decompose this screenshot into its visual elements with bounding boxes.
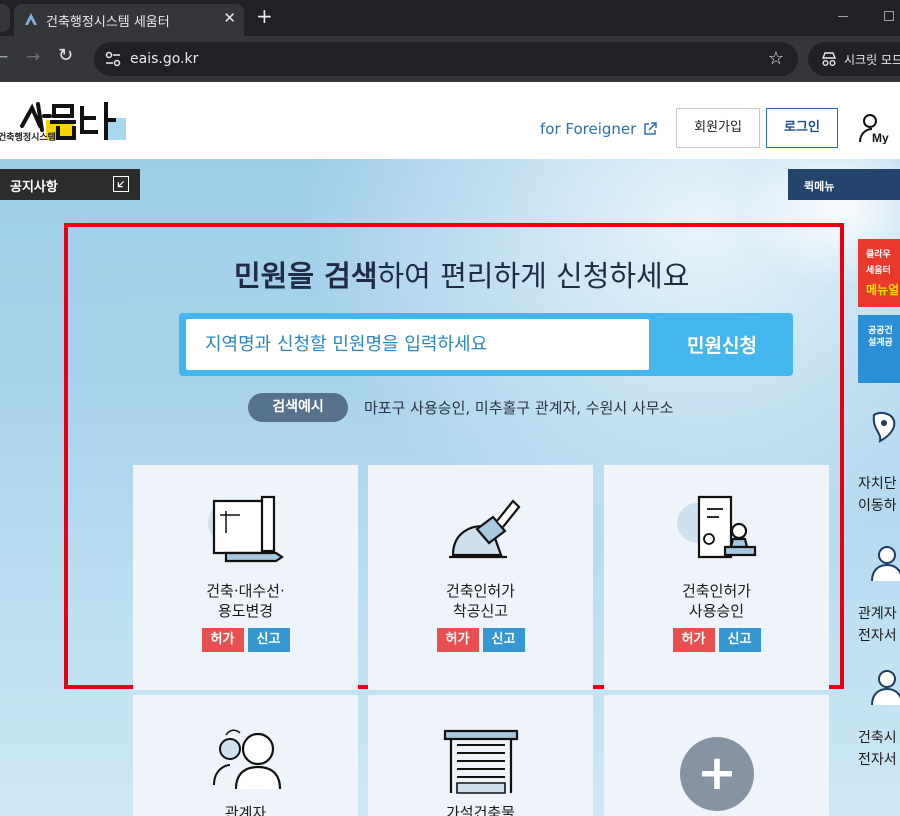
side-item-stakeholder-service[interactable]: 관계자 전자서: [854, 537, 900, 657]
side-item-label: 자치단: [858, 476, 897, 492]
quick-menu-label: 퀵메뉴: [804, 180, 835, 193]
forward-arrow-icon[interactable]: →: [26, 47, 40, 67]
notice-label: 공지사항: [10, 180, 58, 195]
hero-headline: 민원을 검색하여 편리하게 신청하세요: [234, 253, 689, 295]
banner-line: 메뉴얼: [866, 283, 900, 297]
card-building-permit[interactable]: 건축·대수선· 용도변경 허가 신고: [133, 465, 358, 690]
bookmark-star-icon[interactable]: ☆: [768, 48, 784, 69]
notice-bar[interactable]: 공지사항: [0, 169, 140, 200]
eais-favicon-icon: [25, 13, 37, 25]
card-usage-approval[interactable]: 건축인허가 사용승인 허가 신고: [604, 465, 829, 690]
permit-tag[interactable]: 허가: [672, 628, 715, 652]
login-button[interactable]: 로그인: [766, 108, 838, 148]
blueprint-pen-icon: [207, 495, 284, 563]
address-bar[interactable]: eais.go.kr ☆: [94, 42, 798, 76]
side-item-architect-service[interactable]: 건축시 전자서: [854, 663, 900, 783]
headline-bold: 민원을 검색: [234, 259, 378, 293]
for-foreigner-link[interactable]: for Foreigner: [540, 120, 636, 138]
apply-button[interactable]: 민원신청: [657, 319, 787, 370]
my-page-icon[interactable]: My: [858, 112, 898, 144]
site-info-icon[interactable]: [104, 50, 122, 68]
card-add-more[interactable]: +: [604, 695, 829, 816]
side-item-local-gov[interactable]: 자치단 이동하: [854, 399, 900, 519]
search-example-text: 마포구 사용승인, 미추홀구 관계자, 수원시 사무소: [364, 399, 674, 417]
public-design-banner[interactable]: 공공건 설계공: [858, 315, 900, 383]
person-icon: [871, 546, 900, 582]
join-button[interactable]: 회원가입: [676, 108, 760, 148]
side-item-label: 관계자: [858, 606, 897, 622]
document-stamp-icon: [676, 495, 756, 559]
incognito-icon: [821, 52, 837, 66]
svg-text:My: My: [872, 131, 889, 144]
permit-tag[interactable]: 허가: [436, 628, 479, 652]
side-item-label: 전자서: [858, 752, 897, 768]
headline-rest: 하여 편리하게 신청하세요: [377, 259, 690, 293]
banner-line: 설계공: [868, 338, 893, 348]
search-box: 민원신청: [179, 313, 793, 376]
new-tab-button[interactable]: +: [256, 4, 273, 28]
shutter-building-icon: [443, 729, 518, 794]
window-minimize-button[interactable]: [838, 6, 850, 26]
banner-line: 클라우: [866, 250, 891, 260]
card-title: 건축·대수선· 용도변경: [206, 582, 285, 620]
cloud-manual-banner[interactable]: 클라우 세움터 메뉴얼: [858, 239, 900, 307]
card-construction-start[interactable]: 건축인허가 착공신고 허가 신고: [368, 465, 593, 690]
report-tag[interactable]: 신고: [718, 628, 761, 652]
site-header: 건축행정시스템 for Foreigner 회원가입 로그인 My: [0, 82, 900, 159]
previous-tab[interactable]: [0, 4, 10, 32]
expand-icon[interactable]: [113, 176, 129, 192]
card-title: 관계자: [224, 804, 267, 816]
tag-group: 허가 신고: [368, 628, 593, 652]
side-item-label: 이동하: [858, 498, 897, 514]
window-maximize-button[interactable]: [884, 11, 894, 21]
quick-menu-bar[interactable]: 퀵메뉴: [788, 169, 900, 200]
external-link-icon: [644, 122, 657, 135]
tag-group: 허가 신고: [133, 628, 358, 652]
search-example-badge: 검색예시: [248, 393, 348, 422]
person-icon: [871, 670, 900, 706]
browser-toolbar: ← → ↻ eais.go.kr ☆ 시크릿 모드: [0, 36, 900, 82]
browser-tabbar: 건축행정시스템 세움터 ✕ +: [0, 0, 900, 36]
search-input[interactable]: [186, 319, 649, 370]
browser-tab[interactable]: 건축행정시스템 세움터 ✕: [14, 4, 244, 36]
map-pin-icon: [872, 412, 896, 443]
side-item-label: 건축시: [858, 730, 897, 746]
card-title: 가설건축물: [445, 804, 515, 816]
card-title: 건축인허가 사용승인: [681, 582, 751, 620]
card-stakeholder[interactable]: 관계자: [133, 695, 358, 816]
tab-close-icon[interactable]: ✕: [223, 9, 236, 27]
incognito-indicator[interactable]: 시크릿 모드: [808, 42, 900, 76]
trowel-icon: [448, 499, 520, 559]
hero-section: 공지사항 퀵메뉴 민원을 검색하여 편리하게 신청하세요 민원신청 검색예시 마…: [0, 159, 900, 816]
tag-group: 허가 신고: [604, 628, 829, 652]
incognito-label: 시크릿 모드: [844, 53, 900, 67]
url-text: eais.go.kr: [130, 51, 199, 67]
seumteo-logo[interactable]: 건축행정시스템: [0, 96, 138, 146]
report-tag[interactable]: 신고: [247, 628, 290, 652]
reload-icon[interactable]: ↻: [58, 45, 73, 66]
card-title: 건축인허가 착공신고: [445, 582, 515, 620]
logo-subtitle: 건축행정시스템: [0, 133, 56, 143]
permit-tag[interactable]: 허가: [201, 628, 244, 652]
back-arrow-icon[interactable]: ←: [0, 47, 8, 67]
report-tag[interactable]: 신고: [482, 628, 525, 652]
side-item-label: 전자서: [858, 628, 897, 644]
plus-icon[interactable]: +: [680, 737, 754, 811]
people-icon: [212, 729, 281, 790]
banner-line: 세움터: [866, 266, 891, 276]
card-temporary-building[interactable]: 가설건축물: [368, 695, 593, 816]
tab-title: 건축행정시스템 세움터: [46, 15, 170, 30]
